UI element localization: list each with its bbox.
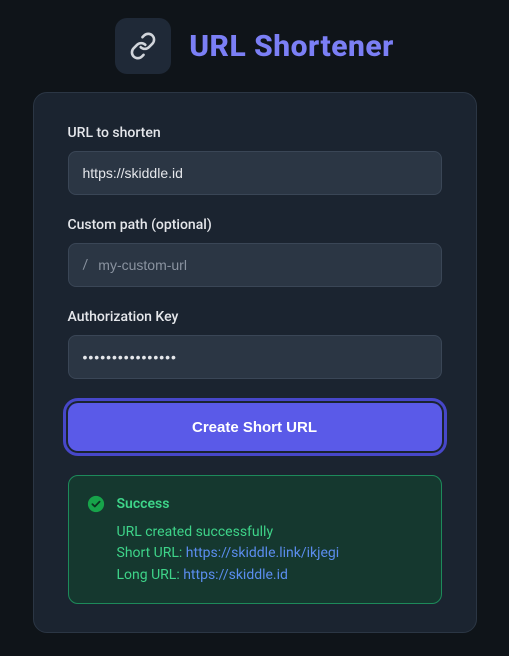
success-title: Success [117, 494, 423, 516]
long-url-label: Long URL: [117, 567, 180, 583]
path-input[interactable] [98, 257, 426, 273]
path-prefix: / [83, 257, 89, 273]
success-message: URL created successfully [117, 522, 423, 544]
auth-input[interactable] [68, 335, 442, 379]
auth-label: Authorization Key [68, 309, 442, 325]
short-url-link[interactable]: https://skiddle.link/ikjegi [186, 545, 339, 561]
auth-field-group: Authorization Key [68, 309, 442, 379]
long-url-link[interactable]: https://skiddle.id [183, 567, 288, 583]
create-short-url-button[interactable]: Create Short URL [68, 403, 442, 451]
app-title: URL Shortener [189, 29, 394, 64]
shortener-card: URL to shorten Custom path (optional) / … [33, 92, 477, 633]
path-input-wrapper[interactable]: / [68, 243, 442, 287]
short-url-label: Short URL: [117, 545, 183, 561]
url-field-group: URL to shorten [68, 125, 442, 195]
app-logo [115, 18, 171, 74]
success-panel: Success URL created successfully Short U… [68, 475, 442, 604]
url-label: URL to shorten [68, 125, 442, 141]
check-circle-icon [87, 495, 105, 513]
long-url-line: Long URL: https://skiddle.id [117, 565, 423, 587]
url-input[interactable] [68, 151, 442, 195]
path-field-group: Custom path (optional) / [68, 217, 442, 287]
short-url-line: Short URL: https://skiddle.link/ikjegi [117, 543, 423, 565]
success-content: Success URL created successfully Short U… [117, 494, 423, 587]
link-icon [129, 32, 157, 60]
app-header: URL Shortener [115, 18, 394, 74]
path-label: Custom path (optional) [68, 217, 442, 233]
